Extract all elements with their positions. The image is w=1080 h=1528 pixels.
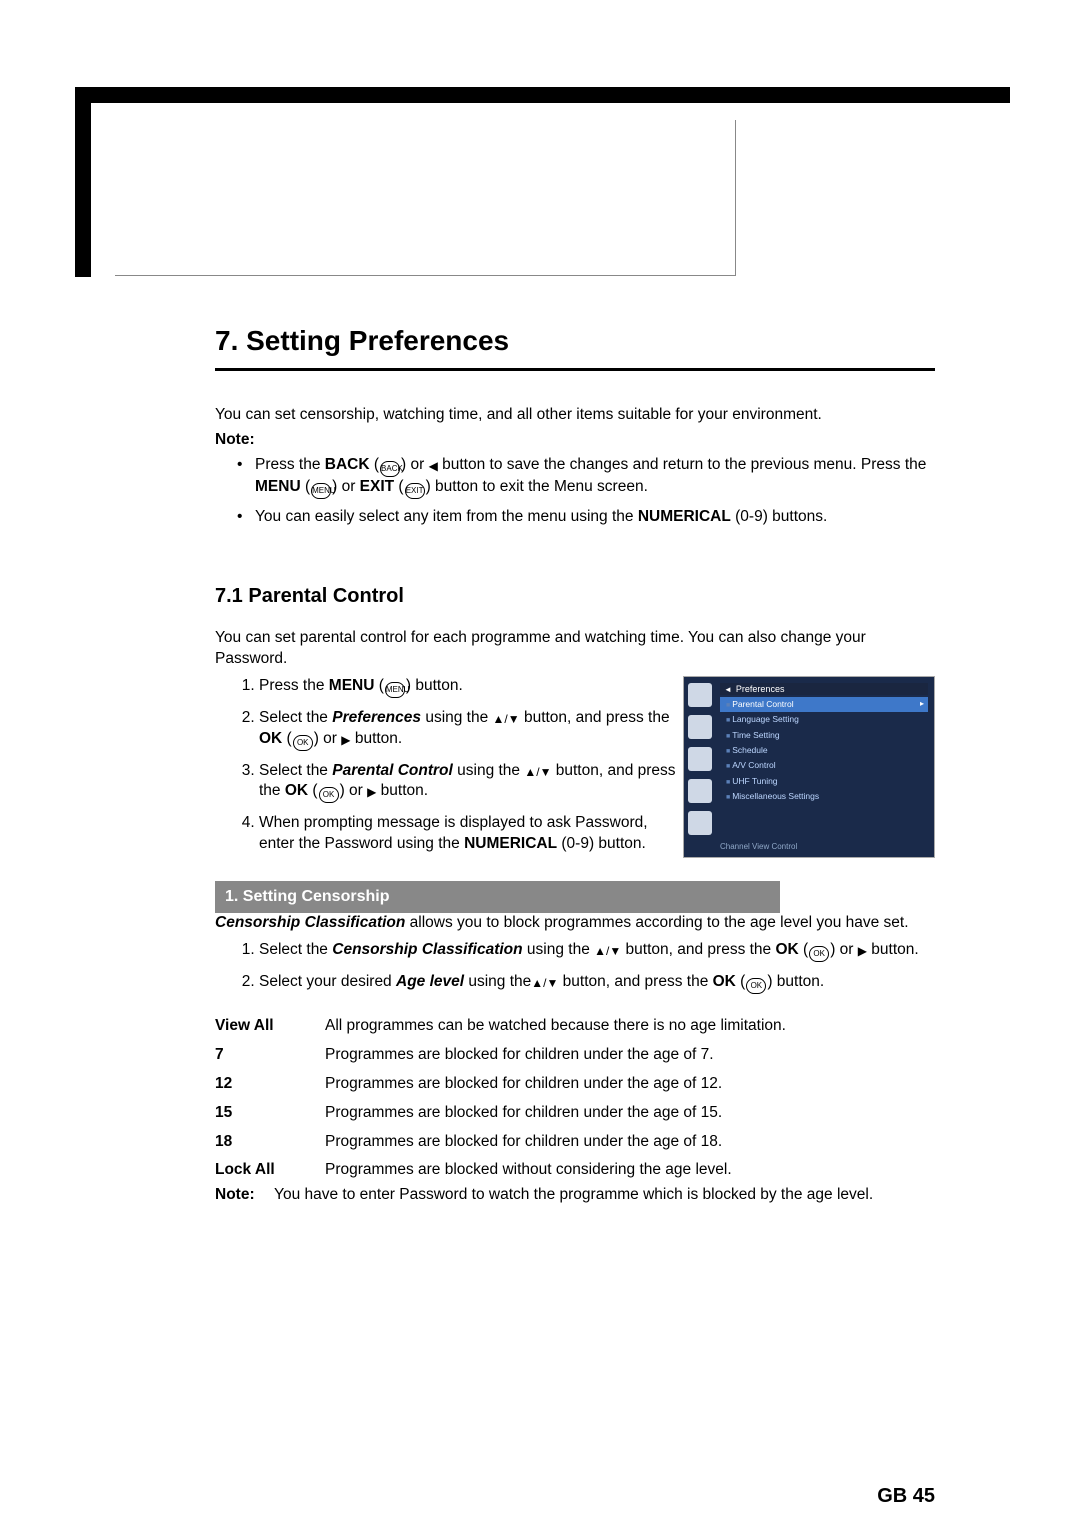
thumb-icon xyxy=(688,811,712,835)
body-column: You can set censorship, watching time, a… xyxy=(215,405,935,1210)
table-row: 15Programmes are blocked for children un… xyxy=(215,1099,786,1128)
subsection-bar: 1. Setting Censorship xyxy=(215,881,780,913)
step-item: Select the Preferences using the ▲/▼ but… xyxy=(259,708,679,751)
thumb-icon xyxy=(688,715,712,739)
table-row: 7Programmes are blocked for children und… xyxy=(215,1041,786,1070)
thumb-menu-item: Schedule xyxy=(720,743,928,758)
intro-text: You can set censorship, watching time, a… xyxy=(215,405,935,426)
step-item: Select the Parental Control using the ▲/… xyxy=(259,761,679,804)
step-item: Press the MENU (MENU) button. xyxy=(259,676,679,698)
thumb-footer: Channel View Control xyxy=(720,842,797,853)
thumb-menu-item: Parental Control xyxy=(720,697,928,712)
page-number: GB 45 xyxy=(877,1485,935,1508)
thumb-title: Preferences xyxy=(720,683,928,695)
thumb-side-icons xyxy=(688,683,716,843)
ok-button-icon: OK xyxy=(809,946,829,962)
page-ornament-top-h xyxy=(75,87,1010,103)
section-title: 7.1 Parental Control xyxy=(215,583,935,610)
note-item: You can easily select any item from the … xyxy=(255,507,935,528)
menu-button-icon: MENU xyxy=(385,682,405,698)
step-item: Select the Censorship Classification usi… xyxy=(259,940,939,962)
thumb-menu: Parental Control Language Setting Time S… xyxy=(720,697,928,805)
thumb-menu-item: A/V Control xyxy=(720,758,928,773)
note-list: Press the BACK (BACK) or ◀ button to sav… xyxy=(215,455,935,528)
back-button-icon: BACK xyxy=(380,461,400,477)
steps-censorship: Select the Censorship Classification usi… xyxy=(215,940,939,994)
up-down-arrow-icon: ▲/▼ xyxy=(524,765,551,779)
thumb-icon xyxy=(688,747,712,771)
up-down-arrow-icon: ▲/▼ xyxy=(531,976,558,990)
step-item: When prompting message is displayed to a… xyxy=(259,813,679,855)
chapter-title: 7. Setting Preferences xyxy=(215,325,509,357)
age-level-table: View AllAll programmes can be watched be… xyxy=(215,1012,786,1186)
thumb-menu-item: UHF Tuning xyxy=(720,774,928,789)
ok-button-icon: OK xyxy=(293,735,313,751)
right-arrow-icon: ▶ xyxy=(367,785,376,799)
ok-button-icon: OK xyxy=(746,978,766,994)
note-item: Press the BACK (BACK) or ◀ button to sav… xyxy=(255,455,935,499)
final-note: Note: You have to enter Password to watc… xyxy=(215,1185,935,1206)
steps-parental: Press the MENU (MENU) button. Select the… xyxy=(215,676,679,856)
censorship-intro: Censorship Classification allows you to … xyxy=(215,913,935,934)
preferences-menu-screenshot: Preferences Parental Control Language Se… xyxy=(683,676,935,858)
step-item: Select your desired Age level using the▲… xyxy=(259,972,939,994)
exit-button-icon: EXIT xyxy=(405,483,425,499)
up-down-arrow-icon: ▲/▼ xyxy=(594,944,621,958)
up-down-arrow-icon: ▲/▼ xyxy=(493,712,520,726)
right-arrow-icon: ▶ xyxy=(858,944,867,958)
note-label: Note: xyxy=(215,430,935,451)
thumb-menu-item: Miscellaneous Settings xyxy=(720,789,928,804)
thumb-icon xyxy=(688,683,712,707)
section-intro: You can set parental control for each pr… xyxy=(215,628,935,670)
header-box xyxy=(115,120,736,276)
chapter-rule xyxy=(215,368,935,371)
menu-button-icon: MENU xyxy=(311,483,331,499)
table-row: Lock AllProgrammes are blocked without c… xyxy=(215,1156,786,1185)
page-ornament-top-v xyxy=(75,87,91,277)
left-arrow-icon: ◀ xyxy=(429,459,438,473)
ok-button-icon: OK xyxy=(319,787,339,803)
thumb-menu-item: Time Setting xyxy=(720,728,928,743)
thumb-icon xyxy=(688,779,712,803)
thumb-menu-item: Language Setting xyxy=(720,712,928,727)
table-row: 12Programmes are blocked for children un… xyxy=(215,1070,786,1099)
table-row: 18Programmes are blocked for children un… xyxy=(215,1128,786,1157)
right-arrow-icon: ▶ xyxy=(341,733,350,747)
table-row: View AllAll programmes can be watched be… xyxy=(215,1012,786,1041)
